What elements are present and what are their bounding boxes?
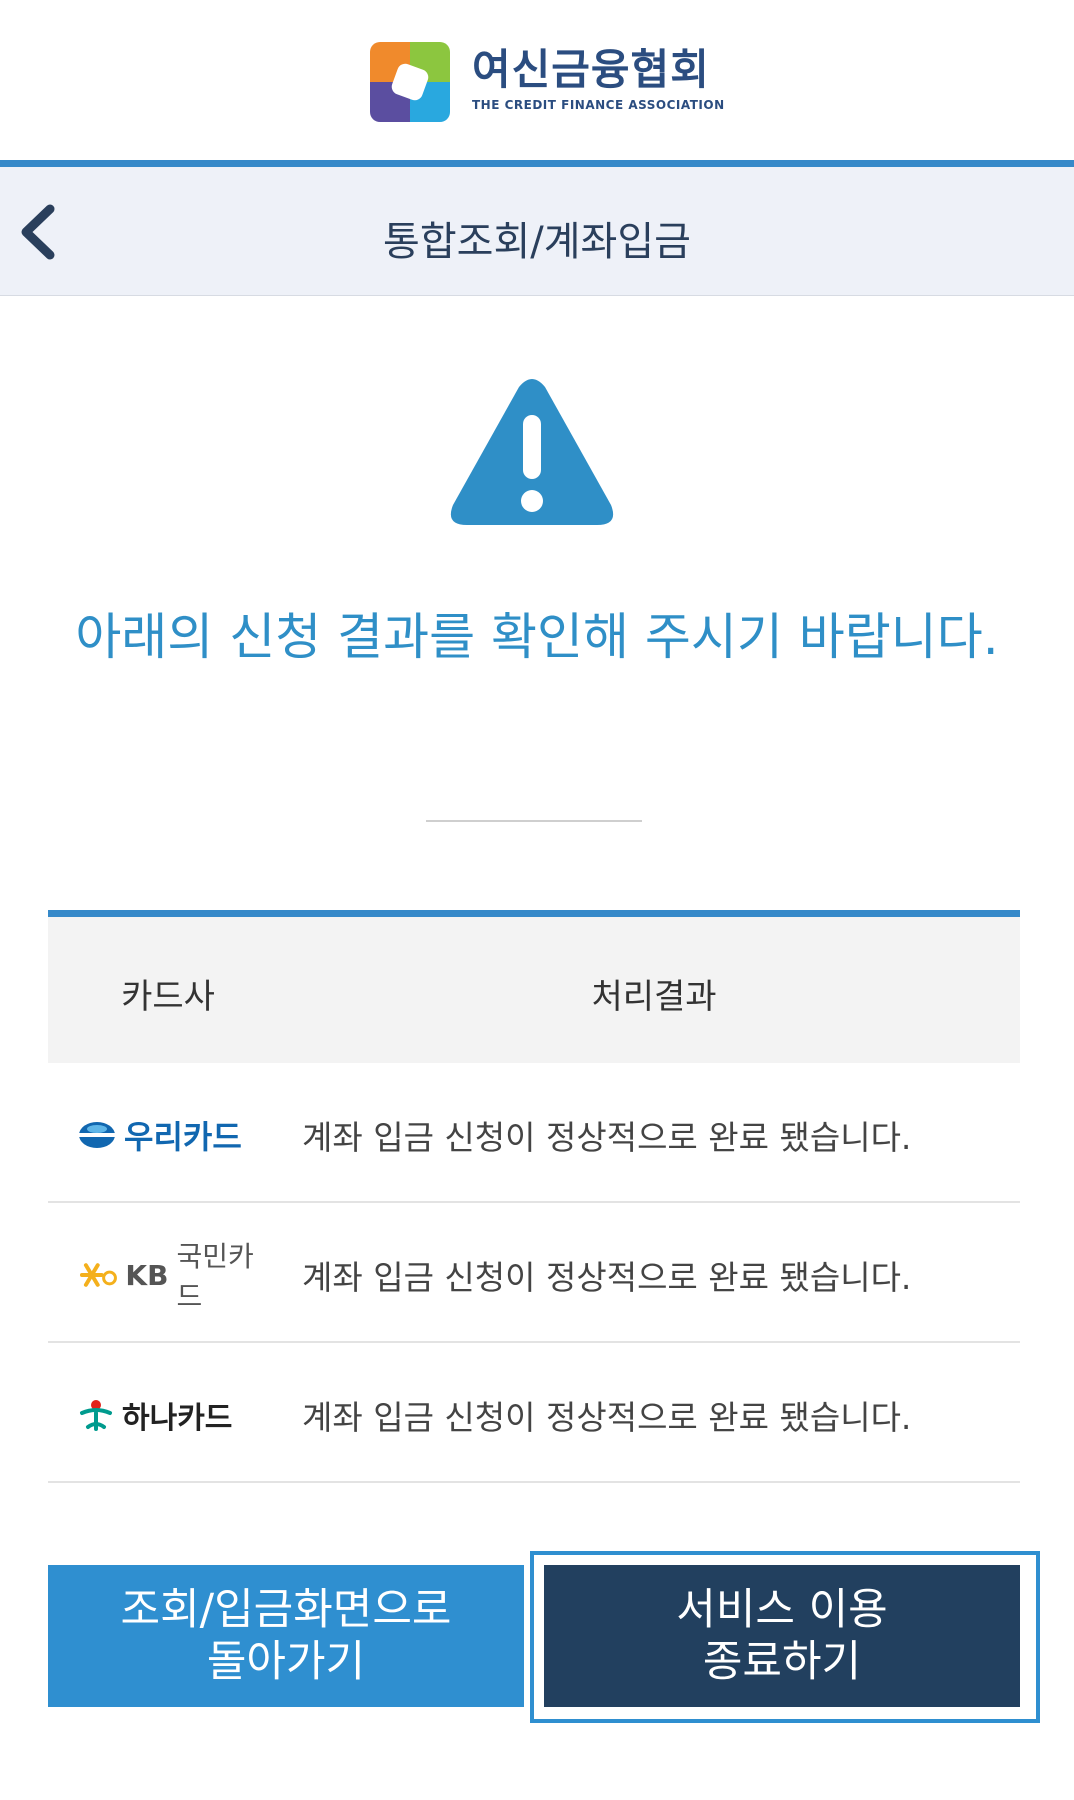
table-row: KB 국민카드 계좌 입금 신청이 정상적으로 완료 됐습니다. [48,1203,1020,1343]
table-header: 카드사 처리결과 [48,917,1020,1063]
card-name: 우리카드 [124,1118,242,1156]
button-label-line1: 서비스 이용 [676,1585,888,1635]
button-label-line2: 종료하기 [702,1637,862,1687]
header-result: 처리결과 [591,977,717,1017]
title-bar: 통합조회/계좌입금 [0,160,1074,296]
logo-text: 여신금융협회 THE CREDIT FINANCE ASSOCIATION [472,44,725,112]
header-card-company: 카드사 [121,977,215,1017]
card-name: 국민카드 [176,1240,254,1313]
card-name-en: KB [125,1258,169,1292]
kb-card-logo: KB 국민카드 [78,1240,278,1313]
result-text: 계좌 입금 신청이 정상적으로 완료 됐습니다. [302,1398,912,1437]
page-title: 통합조회/계좌입금 [383,219,691,265]
woori-logo-icon [78,1122,116,1148]
alert-message: 아래의 신청 결과를 확인해 주시기 바랍니다. [75,608,999,666]
end-service-button[interactable]: 서비스 이용 종료하기 [544,1565,1020,1707]
result-text: 계좌 입금 신청이 정상적으로 완료 됐습니다. [302,1258,912,1297]
card-name: 하나카드 [122,1401,233,1436]
hana-card-logo: 하나카드 [78,1393,278,1437]
table-row: 우리카드 계좌 입금 신청이 정상적으로 완료 됐습니다. [48,1063,1020,1203]
org-name-en: THE CREDIT FINANCE ASSOCIATION [472,98,725,112]
button-label-line2: 돌아가기 [206,1637,366,1687]
org-name: 여신금융협회 [472,45,710,94]
button-label-line1: 조회/입금화면으로 [120,1585,452,1635]
divider [426,820,642,822]
return-to-inquiry-button[interactable]: 조회/입금화면으로 돌아가기 [48,1565,524,1707]
warning-icon [447,375,617,535]
hana-logo-icon [80,1400,112,1431]
association-logo-icon [370,42,450,122]
result-text: 계좌 입금 신청이 정상적으로 완료 됐습니다. [302,1118,912,1157]
logo-header: 여신금융협회 THE CREDIT FINANCE ASSOCIATION [0,0,1074,160]
table-row: 하나카드 계좌 입금 신청이 정상적으로 완료 됐습니다. [48,1343,1020,1483]
result-table: 카드사 처리결과 우리카드 계좌 입금 신청이 정상적으로 완료 됐습니다. K… [48,910,1020,1483]
woori-card-logo: 우리카드 [78,1113,278,1157]
kb-star-icon [79,1263,117,1287]
